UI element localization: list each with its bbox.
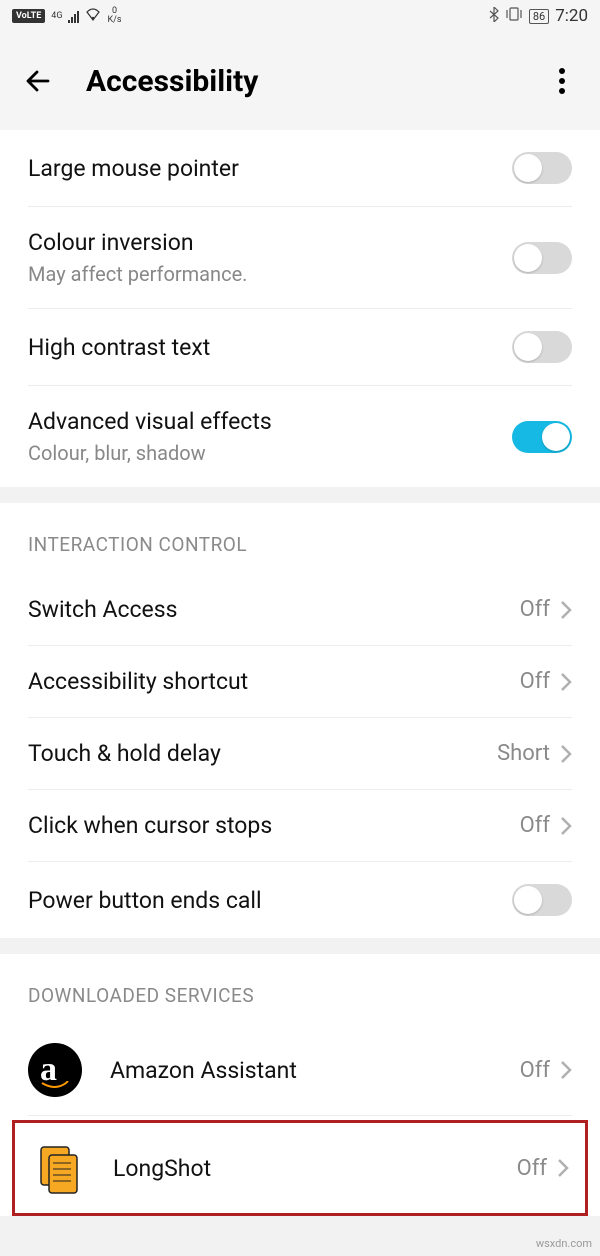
setting-value: Off — [520, 813, 550, 838]
service-value: Off — [520, 1058, 550, 1083]
setting-label: Click when cursor stops — [28, 812, 272, 839]
status-bar: VoLTE 4G 0 K/s 86 7:20 — [0, 0, 600, 32]
setting-label: Colour inversion — [28, 229, 247, 256]
amazon-icon: a — [28, 1043, 82, 1097]
vibrate-icon — [505, 7, 523, 25]
amazon-assistant-row[interactable]: a Amazon Assistant Off — [0, 1025, 600, 1115]
chevron-right-icon — [560, 816, 572, 836]
overflow-menu-button[interactable] — [544, 63, 580, 99]
signal-icon — [68, 10, 79, 23]
power-button-ends-call-row[interactable]: Power button ends call — [0, 862, 600, 938]
setting-label: High contrast text — [28, 334, 210, 361]
accessibility-shortcut-row[interactable]: Accessibility shortcut Off — [0, 646, 600, 717]
high-contrast-row[interactable]: High contrast text — [0, 309, 600, 385]
battery-indicator: 86 — [529, 9, 549, 24]
longshot-row[interactable]: LongShot Off — [15, 1123, 585, 1213]
setting-label: Switch Access — [28, 596, 178, 623]
touch-hold-delay-row[interactable]: Touch & hold delay Short — [0, 718, 600, 789]
chevron-right-icon — [560, 600, 572, 620]
downloaded-services-section: DOWNLOADED SERVICES a Amazon Assistant O… — [0, 954, 600, 1216]
setting-label: Advanced visual effects — [28, 408, 272, 435]
setting-value: Short — [497, 741, 550, 766]
service-value: Off — [517, 1156, 547, 1181]
advanced-visual-toggle[interactable] — [512, 421, 572, 453]
app-bar: Accessibility — [0, 32, 600, 130]
network-indicator: 4G — [51, 12, 62, 21]
setting-value: Off — [520, 597, 550, 622]
arrow-left-icon — [23, 66, 53, 96]
chevron-right-icon — [560, 1060, 572, 1080]
setting-desc: Colour, blur, shadow — [28, 441, 272, 465]
setting-label: Power button ends call — [28, 887, 262, 914]
chevron-right-icon — [560, 672, 572, 692]
section-header: DOWNLOADED SERVICES — [0, 954, 600, 1025]
visual-settings-section: Large mouse pointer Colour inversion May… — [0, 130, 600, 487]
bluetooth-icon — [489, 7, 499, 26]
section-header: INTERACTION CONTROL — [0, 503, 600, 574]
longshot-icon — [31, 1141, 85, 1195]
wifi-icon — [85, 8, 101, 25]
interaction-control-section: INTERACTION CONTROL Switch Access Off Ac… — [0, 503, 600, 938]
chevron-right-icon — [560, 744, 572, 764]
clock: 7:20 — [555, 6, 588, 26]
volte-badge: VoLTE — [12, 9, 45, 23]
setting-label: Large mouse pointer — [28, 155, 239, 182]
advanced-visual-effects-row[interactable]: Advanced visual effects Colour, blur, sh… — [0, 386, 600, 487]
longshot-highlight: LongShot Off — [12, 1120, 588, 1216]
status-right: 86 7:20 — [489, 6, 588, 26]
high-contrast-toggle[interactable] — [512, 331, 572, 363]
divider — [28, 1115, 572, 1116]
setting-label: Touch & hold delay — [28, 740, 221, 767]
power-ends-call-toggle[interactable] — [512, 884, 572, 916]
large-mouse-toggle[interactable] — [512, 152, 572, 184]
service-label: LongShot — [113, 1155, 211, 1182]
click-when-cursor-stops-row[interactable]: Click when cursor stops Off — [0, 790, 600, 861]
watermark: wsxdn.com — [536, 1237, 592, 1250]
service-label: Amazon Assistant — [110, 1057, 297, 1084]
setting-label: Accessibility shortcut — [28, 668, 248, 695]
page-title: Accessibility — [86, 64, 258, 99]
more-vert-icon — [558, 66, 566, 96]
colour-inversion-toggle[interactable] — [512, 242, 572, 274]
setting-value: Off — [520, 669, 550, 694]
large-mouse-pointer-row[interactable]: Large mouse pointer — [0, 130, 600, 206]
back-button[interactable] — [20, 63, 56, 99]
status-left: VoLTE 4G 0 K/s — [12, 7, 122, 25]
colour-inversion-row[interactable]: Colour inversion May affect performance. — [0, 207, 600, 308]
switch-access-row[interactable]: Switch Access Off — [0, 574, 600, 645]
setting-desc: May affect performance. — [28, 262, 247, 286]
speed-indicator: 0 K/s — [107, 7, 121, 25]
chevron-right-icon — [557, 1158, 569, 1178]
